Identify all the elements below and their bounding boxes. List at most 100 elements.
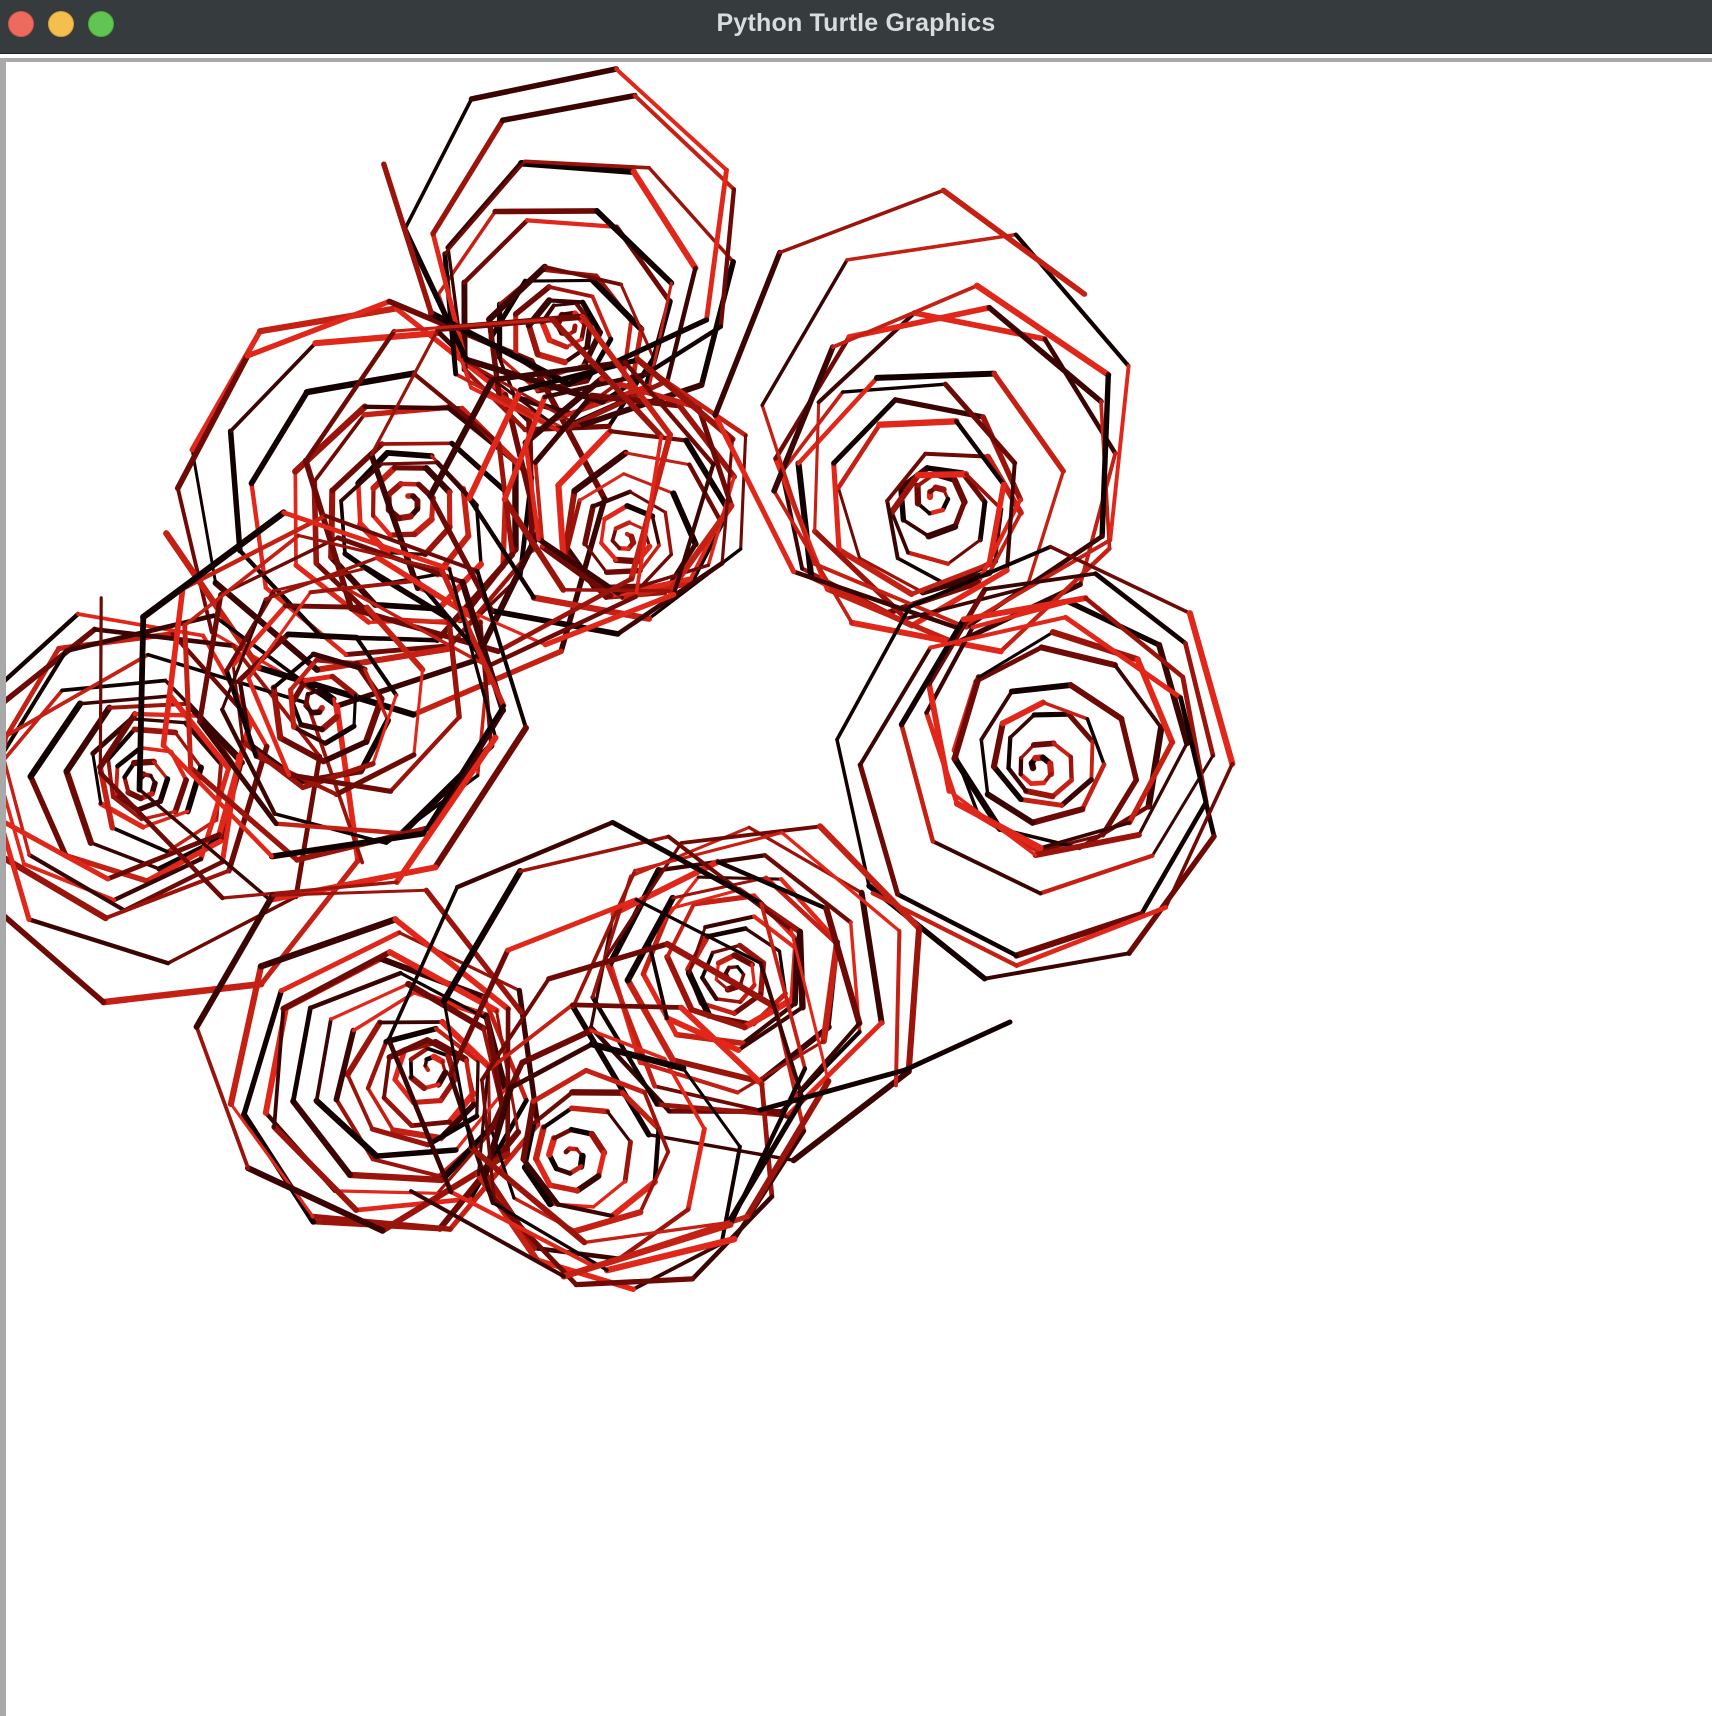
- spiral-stroke: [277, 734, 327, 765]
- spiral-stroke: [591, 1179, 627, 1209]
- spiral-stroke: [555, 428, 614, 489]
- title-bar[interactable]: Python Turtle Graphics: [0, 0, 1712, 54]
- spiral-stroke: [352, 693, 358, 728]
- rose-spiral: [381, 66, 737, 434]
- turtle-canvas[interactable]: [6, 62, 1712, 1716]
- spiral-stroke: [408, 1057, 414, 1080]
- spiral-stroke: [530, 1067, 589, 1104]
- spiral-stroke: [1038, 853, 1155, 896]
- spiral-stroke: [523, 278, 595, 283]
- spiral-stroke: [388, 714, 462, 794]
- spiral-stroke: [319, 713, 340, 733]
- spiral-stroke: [979, 689, 1014, 742]
- spiral-stroke: [914, 482, 922, 507]
- spiral-stroke: [303, 328, 397, 464]
- canvas-frame: [0, 58, 1712, 1716]
- spiral-stroke: [100, 980, 265, 1006]
- spiral-stroke: [951, 674, 982, 762]
- spiral-stroke: [633, 434, 664, 599]
- spiral-stroke: [927, 507, 945, 516]
- spiral-stroke: [63, 768, 95, 846]
- spiral-stroke: [136, 614, 147, 793]
- spiral-stroke: [663, 510, 674, 557]
- spiral-stroke: [841, 382, 948, 394]
- spiral-stroke: [393, 734, 499, 886]
- spiral-stroke: [381, 161, 434, 316]
- spiral-stroke: [750, 962, 757, 987]
- spiral-stroke: [977, 499, 988, 543]
- spiral-stroke: [288, 687, 297, 730]
- spiral-stroke: [525, 218, 619, 230]
- spiral-stroke: [106, 757, 115, 799]
- spiral-stroke: [614, 67, 729, 172]
- spiral-stroke: [605, 1109, 633, 1144]
- spiral-stroke: [608, 429, 689, 443]
- spiral-stroke: [914, 471, 970, 479]
- spiral-stroke: [551, 1127, 574, 1141]
- spiral-stroke: [599, 540, 619, 563]
- spiral-stroke: [539, 319, 553, 344]
- spiral-stroke: [874, 370, 998, 381]
- spiral-stroke: [547, 284, 595, 299]
- spiral-stroke: [411, 516, 435, 538]
- spiral-stroke: [876, 418, 960, 428]
- spiral-stroke: [298, 722, 325, 733]
- spiral-stroke: [547, 1182, 580, 1194]
- spiral-stroke: [468, 66, 620, 102]
- spiral-stroke: [362, 404, 465, 411]
- spiral-stroke: [355, 481, 363, 527]
- spiral-stroke: [258, 858, 361, 987]
- spiral-stroke: [380, 441, 454, 446]
- spiral-stroke: [1093, 571, 1188, 646]
- spiral-stroke: [982, 951, 1131, 981]
- spiral-stroke: [1013, 911, 1145, 959]
- spiral-stroke: [373, 1147, 459, 1159]
- spiral-stroke: [365, 1039, 389, 1091]
- spiral-stroke: [951, 477, 968, 506]
- spiral-stroke: [172, 777, 190, 815]
- spiral-stroke: [408, 1074, 428, 1092]
- spiral-stroke: [632, 93, 736, 192]
- spiral-stroke: [1068, 754, 1074, 783]
- spiral-stroke: [532, 1124, 547, 1162]
- spiral-stroke: [1030, 740, 1057, 748]
- spiral-stroke: [98, 596, 103, 775]
- spiral-stroke: [1050, 777, 1074, 799]
- spiral-stroke: [813, 400, 821, 533]
- spiral-stroke: [893, 929, 902, 1088]
- spiral-stroke: [991, 370, 1066, 474]
- spiral-stroke: [588, 1130, 608, 1156]
- spiral-stroke: [462, 218, 530, 285]
- spiral-stroke: [314, 1017, 333, 1103]
- spiral-stroke: [329, 982, 410, 1021]
- spiral-stroke: [6, 611, 81, 683]
- spiral-stroke: [714, 997, 743, 1004]
- spiral-stroke: [622, 1139, 633, 1184]
- spiral-stroke: [78, 694, 173, 706]
- spiral-stroke: [409, 1119, 453, 1129]
- spiral-stroke: [1089, 739, 1095, 782]
- spiral-stroke: [569, 1002, 684, 1010]
- spiral-stroke: [568, 1105, 611, 1115]
- spiral-stroke: [1051, 741, 1073, 759]
- spiral-stroke: [167, 693, 232, 772]
- spiral-stroke: [594, 208, 675, 286]
- spiral-stroke: [402, 97, 474, 231]
- spiral-stroke: [152, 760, 170, 781]
- spiral-stroke: [290, 1098, 353, 1178]
- spiral-stroke: [492, 208, 600, 215]
- spiral-stroke: [525, 322, 541, 358]
- spiral-stroke: [1018, 796, 1065, 808]
- spiral-stroke: [227, 428, 243, 554]
- spiral-stroke: [700, 975, 719, 1002]
- spiral-stroke: [1008, 682, 1074, 695]
- spiral-stroke: [1031, 711, 1072, 718]
- rose-spiral: [6, 611, 365, 1006]
- spiral-stroke: [595, 1150, 607, 1179]
- spiral-stroke: [760, 403, 816, 566]
- spiral-stroke: [991, 763, 1024, 803]
- spiral-stroke: [952, 499, 968, 530]
- spiral-stroke: [561, 588, 672, 593]
- spiral-stroke: [555, 482, 567, 562]
- spiral-stroke: [613, 520, 632, 531]
